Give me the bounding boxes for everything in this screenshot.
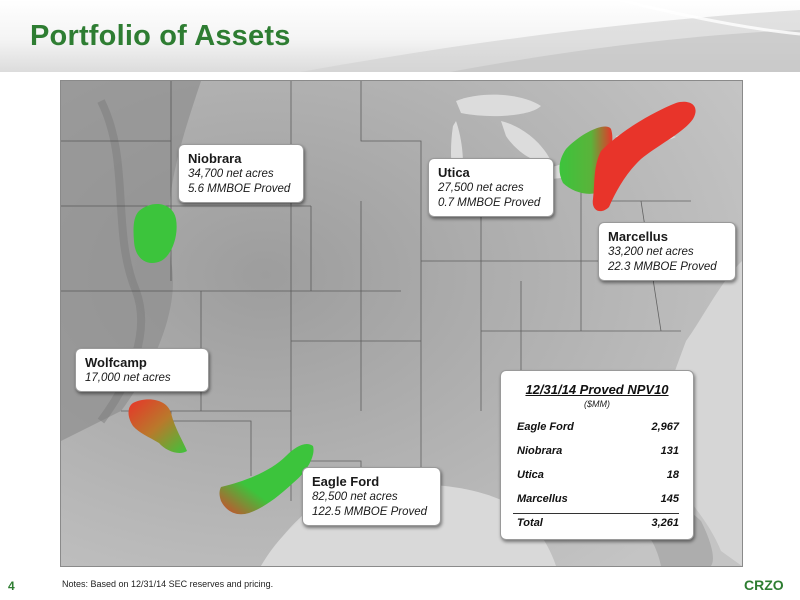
npv-total-value: 3,261 xyxy=(651,517,679,529)
table-row: Niobrara 131 xyxy=(517,445,679,461)
callout-wolfcamp: Wolfcamp 17,000 net acres xyxy=(75,348,209,392)
npv-row-label: Eagle Ford xyxy=(517,421,574,433)
callout-line: 17,000 net acres xyxy=(85,372,171,384)
page-number: 4 xyxy=(8,579,15,593)
callout-utica: Utica 27,500 net acres 0.7 MMBOE Proved xyxy=(428,158,554,217)
npv-row-value: 145 xyxy=(660,493,679,505)
callout-line: 34,700 net acres xyxy=(188,168,274,180)
callout-title: Utica xyxy=(438,165,470,180)
slide-title: Portfolio of Assets xyxy=(30,20,291,52)
slide-notes: Notes: Based on 12/31/14 SEC reserves an… xyxy=(62,579,274,589)
callout-line: 22.3 MMBOE Proved xyxy=(608,261,717,273)
npv-row-label: Niobrara xyxy=(517,445,563,457)
callout-title: Eagle Ford xyxy=(312,474,380,489)
callout-line: 27,500 net acres xyxy=(438,182,524,194)
npv-row-label: Marcellus xyxy=(517,493,568,505)
callout-title: Wolfcamp xyxy=(85,355,147,370)
npv-row-value: 18 xyxy=(666,469,679,481)
table-row-total: Total 3,261 xyxy=(517,517,679,533)
npv-row-value: 2,967 xyxy=(651,421,679,433)
callout-line: 0.7 MMBOE Proved xyxy=(438,197,541,209)
slide-header: Portfolio of Assets xyxy=(0,0,800,72)
table-row: Utica 18 xyxy=(517,469,679,485)
brand-logo-text: CRZO xyxy=(744,577,784,593)
table-row: Marcellus 145 xyxy=(517,493,679,509)
callout-line: 122.5 MMBOE Proved xyxy=(312,506,428,518)
callout-marcellus: Marcellus 33,200 net acres 22.3 MMBOE Pr… xyxy=(598,222,736,281)
npv-table-subtitle: ($MM) xyxy=(584,399,610,409)
npv-total-divider xyxy=(513,513,679,514)
table-row: Eagle Ford 2,967 xyxy=(517,421,679,437)
callout-line: 82,500 net acres xyxy=(312,491,398,503)
callout-title: Niobrara xyxy=(188,151,242,166)
npv-row-label: Utica xyxy=(517,469,544,481)
callout-line: 33,200 net acres xyxy=(608,246,694,258)
npv-row-value: 131 xyxy=(660,445,679,457)
callout-line: 5.6 MMBOE Proved xyxy=(188,183,291,195)
callout-niobrara: Niobrara 34,700 net acres 5.6 MMBOE Prov… xyxy=(178,144,304,203)
npv-total-label: Total xyxy=(517,517,543,529)
npv-table-title: 12/31/14 Proved NPV10 xyxy=(525,382,669,397)
callout-title: Marcellus xyxy=(608,229,668,244)
callout-eagle-ford: Eagle Ford 82,500 net acres 122.5 MMBOE … xyxy=(302,467,441,526)
npv-table: 12/31/14 Proved NPV10 ($MM) Eagle Ford 2… xyxy=(500,370,694,540)
